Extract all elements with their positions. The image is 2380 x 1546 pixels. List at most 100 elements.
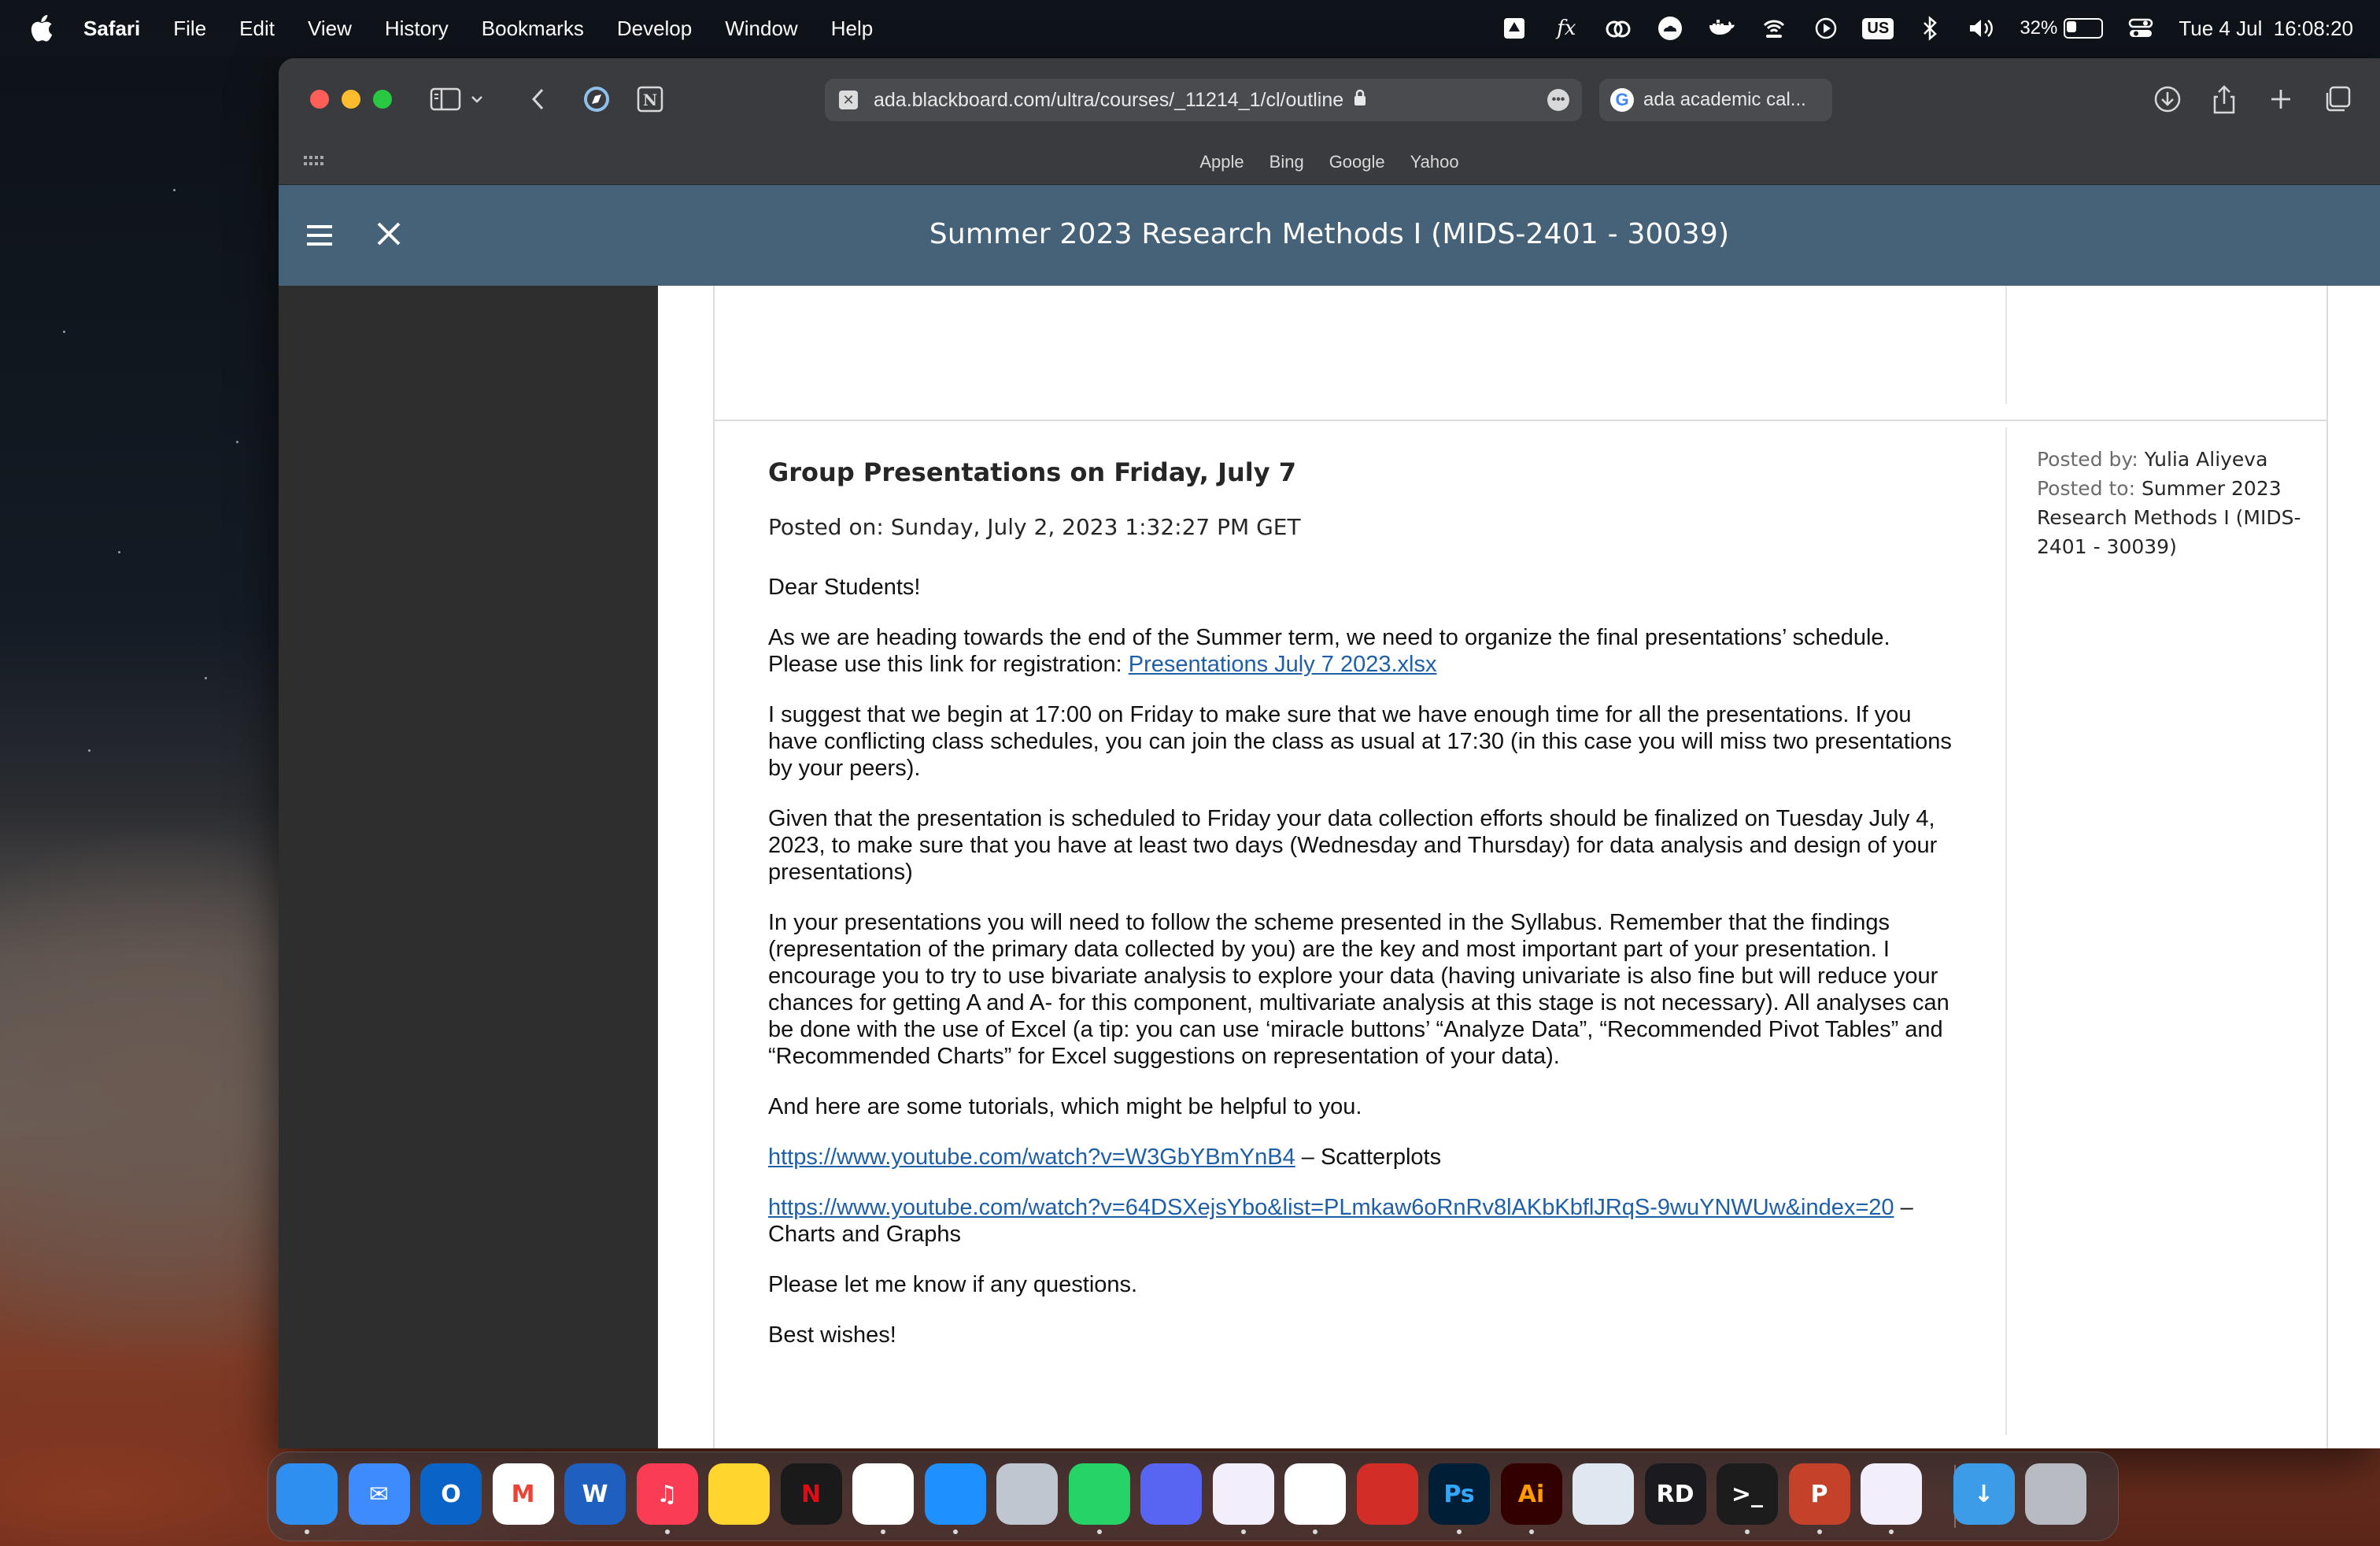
new-tab-plus-icon[interactable] xyxy=(2264,82,2298,117)
input-source-label: US xyxy=(1862,17,1894,39)
dock-icon-glyph: M xyxy=(511,1480,535,1508)
announcement-paragraph: In your presentations you will need to f… xyxy=(768,910,1949,1069)
dock-discord-icon[interactable] xyxy=(1140,1463,1202,1525)
dock-photoshop-icon[interactable]: Ps xyxy=(1428,1463,1490,1525)
dock-outlook-icon[interactable]: O xyxy=(420,1463,482,1525)
announcement-paragraph: As we are heading towards the end of the… xyxy=(768,624,1964,678)
menu-clock[interactable]: Tue 4 Jul 16:08:20 xyxy=(2179,17,2353,41)
dock-powerpoint-icon[interactable]: P xyxy=(1788,1463,1850,1525)
favorite-apple[interactable]: Apple xyxy=(1199,152,1244,172)
dock-mail-icon[interactable]: ✉ xyxy=(348,1463,410,1525)
dock-running-indicator xyxy=(1528,1529,1534,1534)
dock-acrobat-icon[interactable] xyxy=(1356,1463,1418,1525)
sidebar-toggle-icon[interactable] xyxy=(428,82,463,117)
bluetooth-icon[interactable] xyxy=(1916,14,1944,43)
favorites-bar: Apple Bing Google Yahoo xyxy=(279,140,2380,185)
dock-trash-icon[interactable] xyxy=(2025,1463,2086,1525)
scatterplots-tutorial-link[interactable]: https://www.youtube.com/watch?v=W3GbYBmY… xyxy=(768,1145,1295,1170)
tab-overview-icon[interactable] xyxy=(2320,82,2355,117)
dock: ✉ O M W ♫ N Ps Ai RD >_ P ↓ xyxy=(268,1452,2119,1541)
menu-window[interactable]: Window xyxy=(725,17,797,41)
dock-vs-code-icon[interactable] xyxy=(1284,1463,1346,1525)
menu-file[interactable]: File xyxy=(173,17,206,41)
volume-icon[interactable] xyxy=(1968,14,1996,43)
window-close-button[interactable] xyxy=(310,90,329,109)
dock-network-radar-icon[interactable] xyxy=(1572,1463,1634,1525)
menu-help[interactable]: Help xyxy=(831,17,873,41)
dock-visual-studio-2-icon[interactable] xyxy=(1861,1463,1922,1525)
dock-running-indicator xyxy=(664,1529,670,1534)
dock-chrome-icon[interactable] xyxy=(852,1463,914,1525)
dock-visual-studio-icon[interactable] xyxy=(1212,1463,1274,1525)
window-minimize-button[interactable] xyxy=(342,90,360,109)
announcement-paragraph: Given that the presentation is scheduled… xyxy=(768,806,1938,885)
column-divider xyxy=(2005,427,2007,1435)
safari-compass-extension-icon[interactable] xyxy=(579,82,614,117)
dock-running-indicator xyxy=(1096,1529,1102,1534)
announcement-title: Group Presentations on Friday, July 7 xyxy=(768,457,1297,487)
docker-icon[interactable] xyxy=(1708,14,1736,43)
registration-spreadsheet-link[interactable]: Presentations July 7 2023.xlsx xyxy=(1129,652,1437,677)
dock-running-indicator xyxy=(1816,1529,1822,1534)
formula-icon[interactable]: fx xyxy=(1552,14,1580,43)
menu-edit[interactable]: Edit xyxy=(239,17,275,41)
address-bar[interactable]: ✕ ada.blackboard.com/ultra/courses/_1121… xyxy=(825,79,1582,121)
control-center-icon[interactable] xyxy=(2127,14,2155,43)
dock-safari-icon[interactable] xyxy=(924,1463,986,1525)
dock-notes-icon[interactable] xyxy=(708,1463,770,1525)
favorite-google[interactable]: Google xyxy=(1329,152,1385,172)
tutorial-item: https://www.youtube.com/watch?v=W3GbYBmY… xyxy=(768,1144,1964,1171)
share-icon[interactable] xyxy=(2207,82,2241,117)
favorites-grid-icon[interactable] xyxy=(304,153,324,172)
menu-develop[interactable]: Develop xyxy=(617,17,692,41)
dock-terminal-icon[interactable]: >_ xyxy=(1717,1463,1778,1525)
back-arrow-icon[interactable] xyxy=(521,82,556,117)
charts-graphs-tutorial-link[interactable]: https://www.youtube.com/watch?v=64DSXejs… xyxy=(768,1195,1894,1220)
dock-illustrator-icon[interactable]: Ai xyxy=(1500,1463,1562,1525)
svg-text:N: N xyxy=(643,91,657,109)
dock-word-icon[interactable]: W xyxy=(564,1463,626,1525)
page-menu-icon[interactable]: ••• xyxy=(1547,89,1569,111)
dock-icon-glyph: N xyxy=(800,1480,822,1508)
battery-percent: 32% xyxy=(2020,17,2058,39)
menu-bookmarks[interactable]: Bookmarks xyxy=(482,17,584,41)
dock-whatsapp-icon[interactable] xyxy=(1068,1463,1130,1525)
favorite-yahoo[interactable]: Yahoo xyxy=(1410,152,1459,172)
creative-cloud-icon[interactable] xyxy=(1604,14,1632,43)
dock-launchpad-icon[interactable] xyxy=(996,1463,1058,1525)
dock-running-indicator xyxy=(1745,1529,1750,1534)
dock-icon-glyph: W xyxy=(582,1480,608,1508)
notion-extension-icon[interactable]: N xyxy=(633,82,667,117)
play-icon[interactable] xyxy=(1812,14,1840,43)
cloud-sync-icon[interactable] xyxy=(1656,14,1684,43)
tab-ada-academic-calendar[interactable]: G ada academic cal... xyxy=(1599,79,1832,121)
battery-status[interactable]: 32% xyxy=(2020,17,2104,39)
chevron-down-icon[interactable] xyxy=(466,82,488,117)
apple-menu-icon[interactable] xyxy=(30,14,54,43)
wifi-share-icon[interactable] xyxy=(1760,14,1788,43)
announcement-posted-on: Posted on: Sunday, July 2, 2023 1:32:27 … xyxy=(768,514,1301,540)
menu-view[interactable]: View xyxy=(308,17,352,41)
lock-icon xyxy=(1353,88,1367,113)
dock-icon-glyph: RD xyxy=(1656,1480,1694,1508)
dock-rider-icon[interactable]: RD xyxy=(1644,1463,1706,1525)
menu-history[interactable]: History xyxy=(385,17,449,41)
menu-app-name[interactable]: Safari xyxy=(83,17,140,41)
dock-running-indicator xyxy=(1240,1529,1246,1534)
input-source-indicator[interactable]: US xyxy=(1862,14,1894,43)
favorite-bing[interactable]: Bing xyxy=(1269,152,1304,172)
posted-to: Posted to: Summer 2023 Research Methods … xyxy=(2037,474,2312,561)
browser-toolbar: N ✕ ada.blackboard.com/ultra/courses/_11… xyxy=(279,58,2380,141)
dock-music-icon[interactable]: ♫ xyxy=(636,1463,698,1525)
posted-to-label: Posted to: xyxy=(2037,477,2136,500)
dock-icon-glyph: >_ xyxy=(1731,1480,1764,1508)
dock-icon-glyph: Ps xyxy=(1443,1480,1475,1508)
dock-downloads-icon[interactable]: ↓ xyxy=(1953,1463,2015,1525)
address-bar-url: ada.blackboard.com/ultra/courses/_11214_… xyxy=(874,88,1344,111)
downloads-icon[interactable] xyxy=(2150,82,2185,117)
window-zoom-button[interactable] xyxy=(373,90,392,109)
dock-finder-icon[interactable] xyxy=(276,1463,338,1525)
google-drive-icon[interactable] xyxy=(1500,14,1528,43)
dock-netflix-icon[interactable]: N xyxy=(780,1463,842,1525)
dock-gmail-icon[interactable]: M xyxy=(492,1463,554,1525)
